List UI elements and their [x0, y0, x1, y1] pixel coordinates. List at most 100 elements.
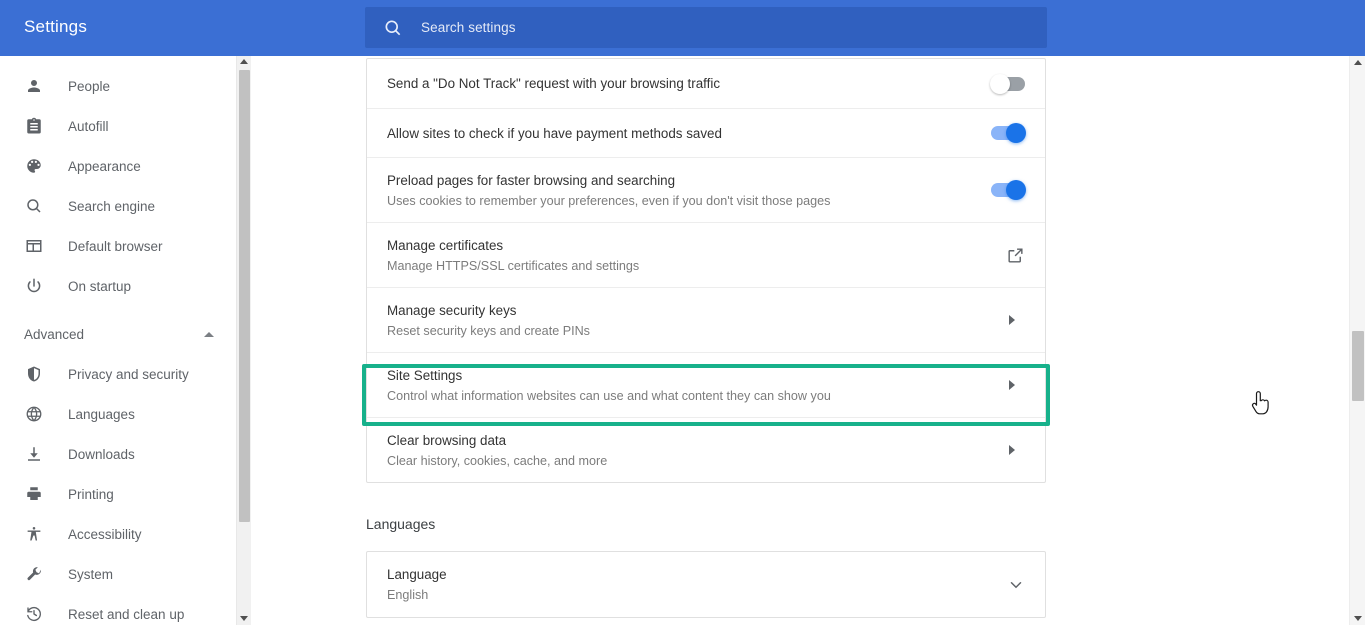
- row-subtitle: Clear history, cookies, cache, and more: [387, 453, 608, 468]
- sidebar-item-label: On startup: [68, 278, 132, 294]
- sidebar-item-people[interactable]: People: [0, 66, 236, 106]
- settings-content: Send a "Do Not Track" request with your …: [252, 56, 1349, 625]
- languages-card: Language English: [366, 551, 1046, 618]
- sidebar-nav-list: People Autofill Appearance Search engine: [0, 56, 236, 625]
- sidebar-item-system[interactable]: System: [0, 554, 236, 594]
- clipboard-icon: [24, 116, 44, 136]
- row-texts: Site Settings Control what information w…: [387, 356, 979, 415]
- row-title: Send a "Do Not Track" request with your …: [387, 76, 721, 91]
- chevron-up-icon: [204, 331, 214, 337]
- sidebar-item-search-engine[interactable]: Search engine: [0, 186, 236, 226]
- sidebar-item-downloads[interactable]: Downloads: [0, 434, 236, 474]
- row-control: [979, 123, 1026, 143]
- row-do-not-track[interactable]: Send a "Do Not Track" request with your …: [367, 59, 1045, 108]
- power-icon: [24, 276, 44, 296]
- sidebar-item-label: Printing: [68, 486, 114, 502]
- search-input[interactable]: Search settings: [365, 7, 1047, 48]
- download-icon: [24, 444, 44, 464]
- sidebar-item-label: Search engine: [68, 198, 156, 214]
- sidebar-item-autofill[interactable]: Autofill: [0, 106, 236, 146]
- row-subtitle: Control what information websites can us…: [387, 388, 831, 403]
- row-subtitle: English: [387, 588, 429, 602]
- row-texts: Send a "Do Not Track" request with your …: [387, 64, 979, 103]
- sidebar-item-languages[interactable]: Languages: [0, 394, 236, 434]
- preload-pages-toggle[interactable]: [991, 180, 1026, 200]
- scroll-up-arrow-icon[interactable]: [1353, 60, 1362, 65]
- row-control: [979, 246, 1025, 265]
- scroll-down-arrow-icon[interactable]: [240, 616, 248, 621]
- row-manage-security-keys[interactable]: Manage security keys Reset security keys…: [367, 287, 1045, 352]
- sidebar-item-on-startup[interactable]: On startup: [0, 266, 236, 306]
- toggle-knob: [1006, 180, 1026, 200]
- languages-section-heading: Languages: [366, 516, 436, 532]
- row-language[interactable]: Language English: [367, 552, 1045, 617]
- browser-window-icon: [24, 236, 44, 256]
- row-control: [979, 73, 1025, 94]
- sidebar-scrollbar[interactable]: [236, 56, 251, 625]
- scroll-down-arrow-icon[interactable]: [1353, 616, 1362, 621]
- row-title: Site Settings: [387, 367, 463, 383]
- globe-icon: [24, 404, 44, 424]
- sidebar: People Autofill Appearance Search engine: [0, 56, 236, 625]
- sidebar-item-label: People: [68, 78, 111, 94]
- scroll-up-arrow-icon[interactable]: [240, 59, 248, 64]
- wrench-icon: [24, 564, 44, 584]
- row-texts: Language English: [387, 555, 979, 614]
- sidebar-item-label: Languages: [68, 406, 135, 422]
- row-title: Allow sites to check if you have payment…: [387, 125, 722, 141]
- page-title: Settings: [24, 17, 88, 36]
- row-payment-methods[interactable]: Allow sites to check if you have payment…: [367, 108, 1045, 157]
- search-icon: [383, 18, 403, 38]
- settings-header: Settings Search settings: [0, 0, 1365, 56]
- history-restore-icon: [24, 604, 44, 624]
- row-manage-certificates[interactable]: Manage certificates Manage HTTPS/SSL cer…: [367, 222, 1045, 287]
- sidebar-item-printing[interactable]: Printing: [0, 474, 236, 514]
- chevron-down-icon[interactable]: [1007, 576, 1025, 594]
- sidebar-item-label: Default browser: [68, 238, 163, 254]
- accessibility-icon: [24, 524, 44, 544]
- sidebar-item-default-browser[interactable]: Default browser: [0, 226, 236, 266]
- row-control: [979, 445, 1025, 455]
- sidebar-item-privacy-and-security[interactable]: Privacy and security: [0, 354, 236, 394]
- sidebar-section-advanced[interactable]: Advanced: [0, 314, 236, 354]
- row-texts: Preload pages for faster browsing and se…: [387, 161, 979, 220]
- main-scrollbar[interactable]: [1349, 56, 1365, 625]
- sidebar-item-label: Reset and clean up: [68, 606, 185, 622]
- row-subtitle: Manage HTTPS/SSL certificates and settin…: [387, 258, 640, 273]
- row-texts: Manage certificates Manage HTTPS/SSL cer…: [387, 226, 979, 285]
- sidebar-item-reset-and-clean-up[interactable]: Reset and clean up: [0, 594, 236, 625]
- main-scrollbar-thumb[interactable]: [1352, 331, 1364, 401]
- payment-methods-toggle[interactable]: [991, 123, 1026, 143]
- sidebar-item-label: Autofill: [68, 118, 109, 134]
- row-texts: Clear browsing data Clear history, cooki…: [387, 421, 979, 480]
- search-placeholder: Search settings: [421, 20, 516, 35]
- search-icon: [24, 196, 44, 216]
- do-not-track-toggle[interactable]: [990, 73, 1025, 94]
- privacy-and-security-card: Send a "Do Not Track" request with your …: [366, 58, 1046, 483]
- row-title: Clear browsing data: [387, 432, 507, 448]
- row-preload-pages[interactable]: Preload pages for faster browsing and se…: [367, 157, 1045, 222]
- sidebar-item-label: Downloads: [68, 446, 135, 462]
- row-control: [979, 315, 1025, 325]
- chevron-right-icon[interactable]: [1009, 315, 1015, 325]
- printer-icon: [24, 484, 44, 504]
- row-title: Manage security keys: [387, 302, 517, 318]
- row-site-settings[interactable]: Site Settings Control what information w…: [367, 352, 1045, 417]
- row-title: Language: [387, 567, 447, 582]
- row-control: [979, 180, 1026, 200]
- person-icon: [24, 76, 44, 96]
- row-subtitle: Uses cookies to remember your preference…: [387, 193, 831, 208]
- sidebar-item-appearance[interactable]: Appearance: [0, 146, 236, 186]
- chevron-right-icon[interactable]: [1009, 380, 1015, 390]
- sidebar-item-accessibility[interactable]: Accessibility: [0, 514, 236, 554]
- row-control: [979, 576, 1025, 594]
- sidebar-item-label: Appearance: [68, 158, 141, 174]
- row-texts: Manage security keys Reset security keys…: [387, 291, 979, 350]
- row-clear-browsing-data[interactable]: Clear browsing data Clear history, cooki…: [367, 417, 1045, 482]
- row-control: [979, 380, 1025, 390]
- sidebar-scrollbar-thumb[interactable]: [239, 70, 250, 522]
- toggle-knob: [990, 73, 1010, 94]
- external-link-icon[interactable]: [1006, 246, 1025, 265]
- chevron-right-icon[interactable]: [1009, 445, 1015, 455]
- sidebar-section-label: Advanced: [24, 326, 85, 342]
